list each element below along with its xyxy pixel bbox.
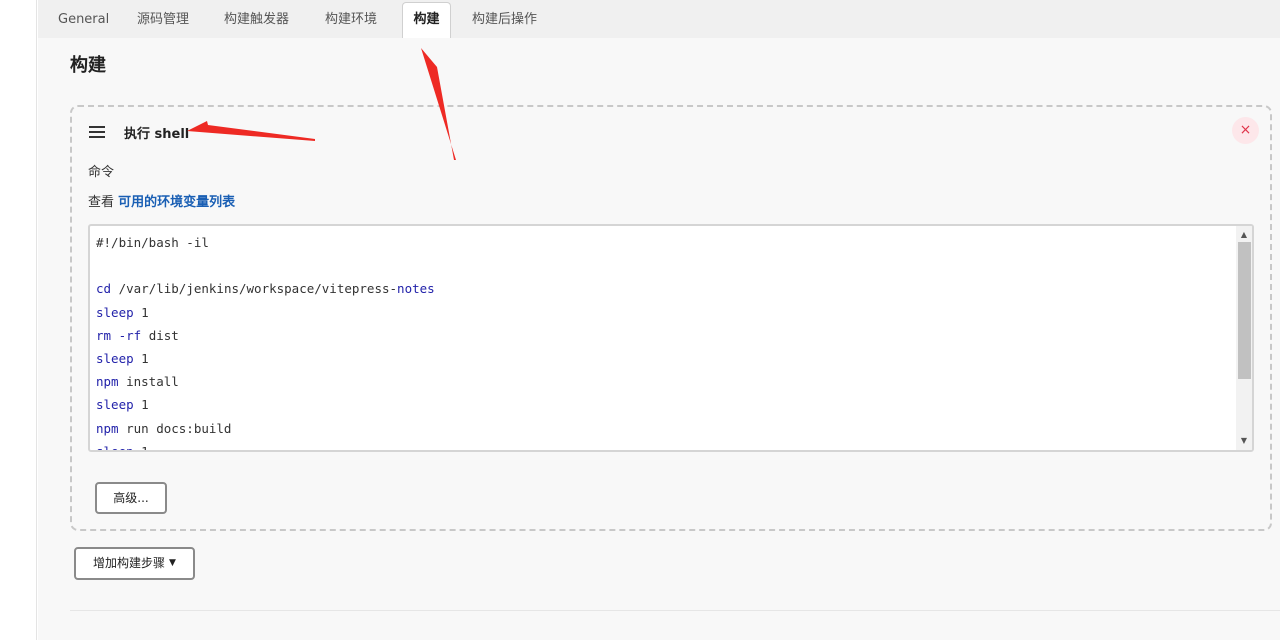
drag-handle-icon[interactable]: [89, 126, 105, 138]
command-label: 命令: [88, 165, 115, 180]
code-keyword: npm: [96, 420, 119, 436]
add-build-step-button[interactable]: 增加构建步骤 ▼: [74, 547, 195, 580]
code-keyword: sleep: [96, 304, 134, 320]
code-text: install: [118, 374, 179, 390]
code-text: 1: [133, 443, 149, 452]
section-divider: [70, 610, 1280, 611]
code-line: cd /var/lib/jenkins/workspace/vitepress-…: [96, 277, 435, 300]
code-text: dist: [141, 327, 179, 343]
code-keyword: npm: [96, 374, 119, 390]
delete-step-button[interactable]: ×: [1232, 117, 1259, 144]
code-line: sleep 1: [96, 440, 435, 452]
env-vars-prefix: 查看: [88, 195, 115, 210]
code-text: /var/lib/jenkins/workspace/vitepress-: [111, 281, 398, 297]
code-line: sleep 1: [96, 393, 435, 416]
left-gutter: [0, 0, 37, 640]
code-line: #!/bin/bash -il: [96, 231, 435, 254]
tab-bar: General 源码管理 构建触发器 构建环境 构建 构建后操作: [38, 0, 1280, 38]
env-vars-hint: 查看 可用的环境变量列表: [88, 191, 235, 210]
tab-build-environment[interactable]: 构建环境: [325, 0, 377, 38]
code-line: ​: [96, 254, 435, 277]
tab-build-triggers[interactable]: 构建触发器: [224, 0, 289, 38]
code-keyword: sleep: [96, 397, 134, 413]
code-text: 1: [133, 397, 149, 413]
code-line: npm install: [96, 370, 435, 393]
tab-post-build-actions[interactable]: 构建后操作: [472, 0, 537, 38]
code-line: npm run docs:build: [96, 417, 435, 440]
scroll-thumb[interactable]: [1238, 242, 1251, 379]
scroll-down-icon[interactable]: ▼: [1236, 434, 1252, 448]
caret-down-icon: ▼: [169, 558, 176, 568]
add-build-step-label: 增加构建步骤: [93, 556, 166, 570]
tab-general[interactable]: General: [58, 0, 109, 38]
section-title: 构建: [70, 55, 106, 76]
env-vars-link[interactable]: 可用的环境变量列表: [118, 195, 235, 210]
scroll-up-icon[interactable]: ▲: [1236, 228, 1252, 242]
advanced-button[interactable]: 高级...: [95, 482, 167, 514]
command-editor[interactable]: #!/bin/bash -il​cd /var/lib/jenkins/work…: [88, 224, 1254, 452]
code-keyword: notes: [397, 281, 435, 297]
code-text: run docs:build: [118, 420, 232, 436]
code-text: #!/bin/bash -il: [96, 235, 209, 250]
code-keyword: cd: [96, 281, 112, 297]
step-title: 执行 shell: [124, 127, 190, 142]
code-keyword: sleep: [96, 350, 134, 366]
code-text: 1: [133, 350, 149, 366]
code-keyword: sleep: [96, 443, 134, 452]
config-main-panel: General 源码管理 构建触发器 构建环境 构建 构建后操作 构建 执行 s…: [38, 0, 1280, 640]
code-keyword: -rf: [118, 327, 142, 343]
code-text: 1: [133, 304, 149, 320]
tab-source-code-management[interactable]: 源码管理: [137, 0, 189, 38]
code-content[interactable]: #!/bin/bash -il​cd /var/lib/jenkins/work…: [96, 231, 435, 452]
tab-build[interactable]: 构建: [402, 2, 451, 38]
code-line: sleep 1: [96, 347, 435, 370]
code-line: sleep 1: [96, 301, 435, 324]
code-keyword: rm: [96, 327, 112, 343]
code-line: rm -rf dist: [96, 324, 435, 347]
editor-scrollbar[interactable]: ▲ ▼: [1236, 226, 1252, 450]
